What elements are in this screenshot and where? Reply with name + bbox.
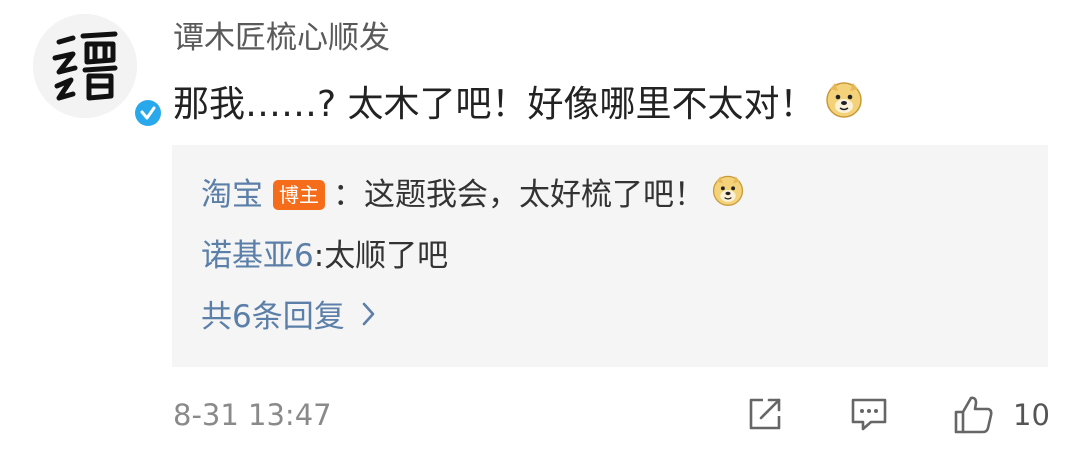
- replies-panel: 淘宝 博主 ： 这题我会，太好梳了吧！ 诺基亚6 : 太顺了吧 共6条回复: [172, 145, 1048, 367]
- comment-icon[interactable]: [849, 394, 889, 438]
- reply-username[interactable]: 诺基亚6: [201, 236, 314, 276]
- verified-check-icon: [135, 100, 161, 126]
- view-all-replies-link[interactable]: 共6条回复: [201, 297, 377, 337]
- author-badge: 博主: [273, 180, 325, 210]
- reply-count-label: 共6条回复: [201, 299, 345, 335]
- reply-separator: :: [313, 238, 325, 274]
- reply-username[interactable]: 淘宝: [201, 175, 263, 215]
- reply-separator: ：: [333, 177, 364, 213]
- avatar[interactable]: [33, 14, 163, 128]
- reply-text: 这题我会，太好梳了吧！: [364, 177, 705, 213]
- reply-item[interactable]: 淘宝 博主 ： 这题我会，太好梳了吧！: [201, 173, 745, 217]
- like-count: 10: [1013, 398, 1050, 432]
- like-icon[interactable]: [952, 394, 996, 440]
- doge-emoji-icon: [711, 173, 745, 217]
- doge-emoji-icon: [824, 79, 864, 131]
- comment-body: 那我……? 太木了吧！好像哪里不太对！: [173, 79, 864, 131]
- reply-item[interactable]: 诺基亚6 : 太顺了吧: [201, 236, 448, 276]
- chevron-right-icon: [361, 297, 377, 337]
- comment-text: 那我……? 太木了吧！好像哪里不太对！: [173, 84, 816, 125]
- comment-username[interactable]: 谭木匠梳心顺发: [173, 18, 390, 58]
- comment-timestamp: 8-31 13:47: [173, 398, 332, 432]
- share-icon[interactable]: [745, 394, 785, 438]
- avatar-logo-icon: [52, 31, 118, 101]
- reply-text: 太顺了吧: [324, 238, 449, 274]
- avatar-image: [33, 14, 137, 118]
- verified-badge: [133, 98, 163, 128]
